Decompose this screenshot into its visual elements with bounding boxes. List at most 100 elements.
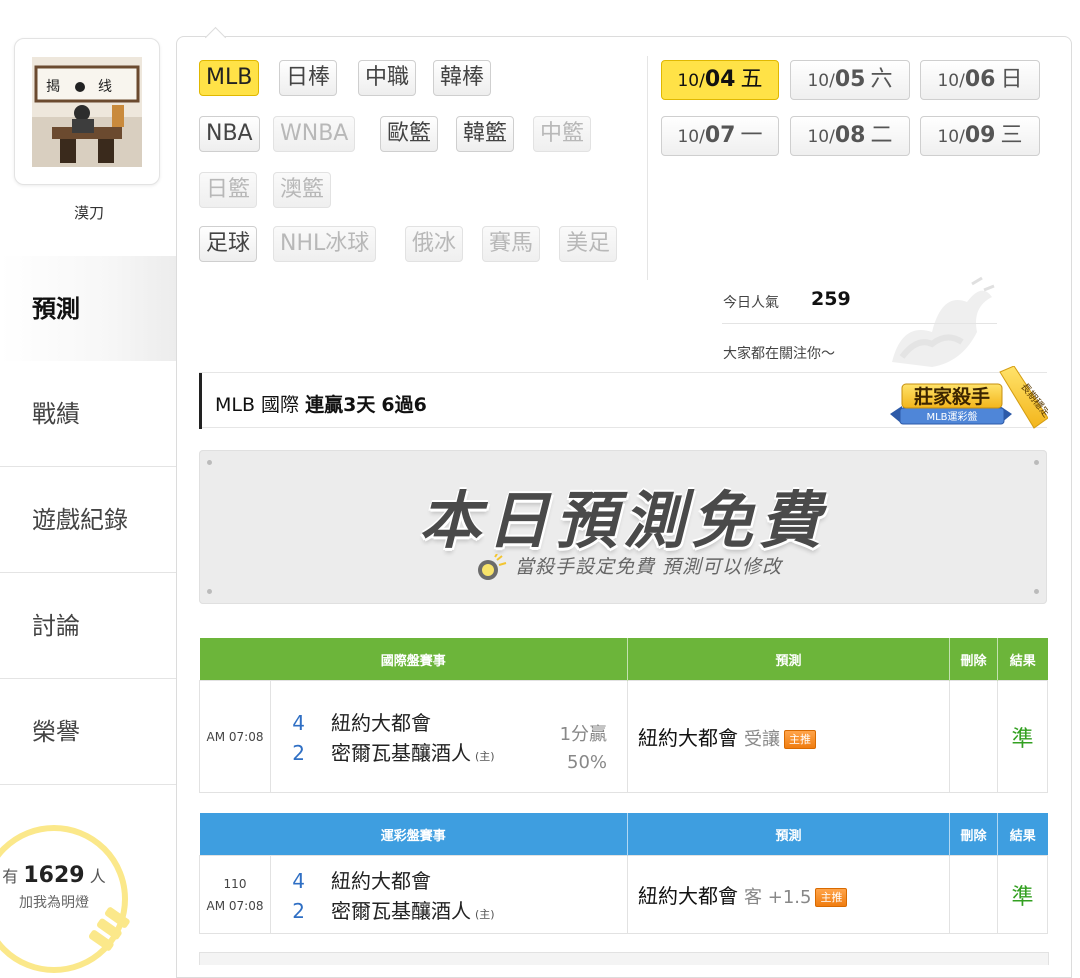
fan-prefix: 有 [2, 867, 19, 886]
avatar[interactable]: 揭 线 [32, 57, 142, 167]
date-day: 06 [964, 67, 996, 92]
prediction-detail: 客 +1.5 [744, 887, 812, 908]
date-day: 07 [704, 123, 736, 148]
sport-tab-wnba: WNBA [273, 116, 356, 152]
date-weekday: 五 [740, 67, 763, 92]
nav-item-record[interactable]: 戰績 [0, 361, 178, 467]
date-weekday: 三 [1000, 123, 1023, 148]
date-weekday: 六 [870, 67, 893, 92]
col-header-delete: 刪除 [949, 813, 999, 856]
game-time-cell: 110 AM 07:08 [199, 855, 271, 934]
nav-item-prediction[interactable]: 預測 [0, 256, 178, 362]
date-divider [647, 56, 648, 280]
home-team-number: 2 [292, 740, 305, 765]
sport-tab-nba[interactable]: NBA [199, 116, 260, 152]
record-summary: MLB 國際 連贏3天 6過6 [215, 390, 427, 417]
home-marker: (主) [475, 749, 495, 763]
delete-cell [949, 855, 999, 934]
date-month: 10/ [807, 71, 835, 91]
home-team-name: 密爾瓦基釀酒人 [331, 740, 471, 765]
handicap-line: 1分贏 [559, 724, 608, 745]
game-matchup: 4 紐約大都會 2 密爾瓦基釀酒人 (主) [269, 855, 629, 934]
top-pick-badge: 主推 [815, 888, 848, 907]
date-day: 08 [834, 123, 866, 148]
away-team-name: 紐約大都會 [331, 868, 431, 893]
popularity-value: 259 [811, 288, 851, 310]
date-month: 10/ [937, 127, 965, 147]
free-banner-title: 本日預測免費 [418, 484, 827, 557]
nav-item-game-history[interactable]: 遊戲紀錄 [0, 467, 178, 573]
sport-tab-kbo[interactable]: 韓棒 [433, 60, 492, 96]
svg-text:揭: 揭 [46, 79, 60, 95]
col-header-game: 國際盤賽事 [199, 638, 629, 681]
sport-tab-cpbl[interactable]: 中職 [358, 60, 417, 96]
date-button-1005[interactable]: 10/05 六 [790, 60, 910, 100]
international-odds-table: 國際盤賽事 預測 刪除 結果 AM 07:08 4 紐約大都會 2 密爾瓦基釀酒人 (… [199, 638, 1049, 793]
free-banner-subtitle: 當殺手設定免費 預測可以修改 [515, 556, 783, 578]
away-team-row: 4 紐約大都會 [271, 865, 627, 895]
nav-item-discussion[interactable]: 討論 [0, 573, 178, 679]
col-header-result: 結果 [997, 813, 1048, 856]
predicted-team: 紐約大都會 [638, 884, 739, 908]
sport-tab-japan-basketball: 日籃 [199, 172, 258, 208]
table-header-row: 國際盤賽事 預測 刪除 結果 [199, 638, 1048, 681]
record-league: MLB 國際 [215, 394, 300, 416]
record-ratio: 6過6 [381, 394, 427, 416]
fan-count: 1629 [23, 863, 85, 888]
lightbulb-icon [478, 553, 507, 580]
free-banner-subtitle-line: 當殺手設定免費 預測可以修改 [475, 552, 782, 582]
rivet [207, 460, 212, 465]
prediction-cell: 紐約大都會 受讓 主推 [627, 680, 951, 793]
date-button-1007[interactable]: 10/07 一 [661, 116, 779, 156]
date-weekday: 二 [870, 123, 893, 148]
lottery-odds-table: 運彩盤賽事 預測 刪除 結果 110 AM 07:08 4 紐約大都會 2 密爾瓦基… [199, 813, 1049, 934]
date-weekday: 一 [740, 123, 763, 148]
date-month: 10/ [807, 127, 835, 147]
date-button-1009[interactable]: 10/09 三 [920, 116, 1040, 156]
rivet [1034, 460, 1039, 465]
table-row: AM 07:08 4 紐約大都會 2 密爾瓦基釀酒人 (主) 1分贏 50% 紐約大都… [199, 680, 1049, 793]
sport-tab-korea-basketball[interactable]: 韓籃 [456, 116, 515, 152]
mascot-watermark-icon [892, 276, 995, 367]
rivet [1034, 589, 1039, 594]
game-time: AM 07:08 [199, 680, 271, 793]
popularity-subtitle: 大家都在關注你～ [723, 346, 835, 362]
record-streak: 連贏3天 [305, 394, 376, 416]
game-time: AM 07:08 [206, 898, 264, 913]
away-team-number: 4 [292, 868, 305, 893]
date-month: 10/ [677, 71, 705, 91]
result-cell: 準 [997, 680, 1049, 793]
delete-cell [949, 680, 999, 793]
predicted-team: 紐約大都會 [638, 726, 739, 750]
fan-suffix: 人 [89, 867, 106, 886]
sport-tab-horse-racing: 賽馬 [482, 226, 541, 262]
sport-tab-euro-basketball[interactable]: 歐籃 [380, 116, 439, 152]
killer-subtitle: MLB運彩盤 [926, 410, 977, 423]
handicap-info: 1分贏 50% [560, 721, 607, 777]
sport-tab-mlb[interactable]: MLB [199, 60, 260, 96]
col-header-prediction: 預測 [627, 638, 951, 681]
username: 漠刀 [73, 204, 104, 222]
fan-count-line: 有 1629 人 [0, 863, 122, 888]
sport-tab-american-football: 美足 [559, 226, 618, 262]
popularity-label: 今日人氣 [723, 295, 779, 311]
next-table-edge [199, 952, 1049, 965]
date-button-1004[interactable]: 10/04 五 [661, 60, 779, 100]
game-number: 110 [223, 876, 247, 891]
away-team-name: 紐約大都會 [331, 710, 431, 735]
avatar-card[interactable]: 揭 线 [14, 38, 160, 185]
date-button-1008[interactable]: 10/08 二 [790, 116, 910, 156]
nav-item-honors[interactable]: 榮譽 [0, 679, 178, 785]
sidebar: 揭 线 漠刀 預測 戰績 遊戲紀錄 討論 榮譽 有 1629 人 加我為明燈 [0, 0, 178, 973]
away-team-number: 4 [292, 710, 305, 735]
date-weekday: 日 [1000, 67, 1023, 92]
sport-tab-soccer[interactable]: 足球 [199, 226, 258, 262]
date-day: 04 [704, 67, 736, 92]
date-button-1006[interactable]: 10/06 日 [920, 60, 1040, 100]
home-team-row: 2 密爾瓦基釀酒人 (主) [271, 895, 627, 925]
handicap-percent: 50% [567, 752, 608, 773]
sport-tab-npb[interactable]: 日棒 [279, 60, 338, 96]
col-header-game: 運彩盤賽事 [199, 813, 629, 856]
popularity-divider [722, 323, 997, 324]
killer-title: 莊家殺手 [914, 385, 990, 408]
